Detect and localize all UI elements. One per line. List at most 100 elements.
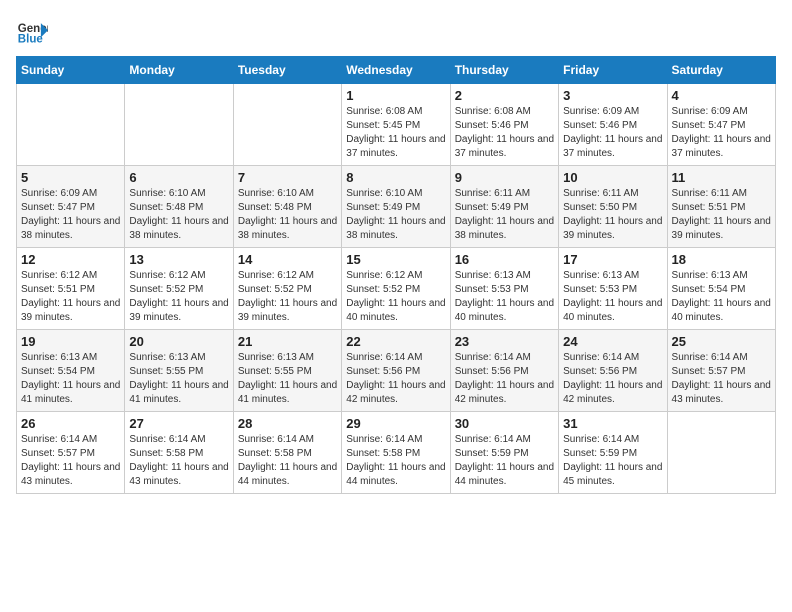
calendar-cell: 13 Sunrise: 6:12 AM Sunset: 5:52 PM Dayli… (125, 248, 233, 330)
calendar-cell: 24 Sunrise: 6:14 AM Sunset: 5:56 PM Dayli… (559, 330, 667, 412)
calendar-week-row: 12 Sunrise: 6:12 AM Sunset: 5:51 PM Dayli… (17, 248, 776, 330)
calendar-cell: 30 Sunrise: 6:14 AM Sunset: 5:59 PM Dayli… (450, 412, 558, 494)
calendar-cell: 9 Sunrise: 6:11 AM Sunset: 5:49 PM Daylig… (450, 166, 558, 248)
day-info: Sunrise: 6:13 AM Sunset: 5:53 PM Dayligh… (455, 269, 554, 325)
day-number: 19 (21, 334, 120, 349)
logo-icon: General Blue (16, 16, 48, 48)
day-number: 25 (672, 334, 771, 349)
calendar-cell: 6Sunrise: 6:10 AM Sunset: 5:48 PM Daylig… (125, 166, 233, 248)
calendar-cell: 25 Sunrise: 6:14 AM Sunset: 5:57 PM Dayli… (667, 330, 775, 412)
day-number: 31 (563, 416, 662, 431)
day-info: Sunrise: 6:12 AM Sunset: 5:52 PM Dayligh… (346, 269, 445, 325)
day-number: 20 (129, 334, 228, 349)
calendar-cell: 7 Sunrise: 6:10 AM Sunset: 5:48 PM Daylig… (233, 166, 341, 248)
logo: General Blue (16, 16, 48, 48)
calendar-week-row: 5Sunrise: 6:09 AM Sunset: 5:47 PM Daylig… (17, 166, 776, 248)
day-info: Sunrise: 6:08 AM Sunset: 5:45 PM Dayligh… (346, 105, 445, 161)
day-number: 7 (238, 170, 337, 185)
calendar-cell: 15 Sunrise: 6:12 AM Sunset: 5:52 PM Dayli… (342, 248, 450, 330)
day-number: 17 (563, 252, 662, 267)
day-info: Sunrise: 6:14 AM Sunset: 5:57 PM Dayligh… (21, 433, 120, 489)
day-info: Sunrise: 6:08 AM Sunset: 5:46 PM Dayligh… (455, 105, 554, 161)
calendar-cell: 14Sunrise: 6:12 AM Sunset: 5:52 PM Dayli… (233, 248, 341, 330)
calendar-header-row: SundayMondayTuesdayWednesdayThursdayFrid… (17, 57, 776, 84)
day-number: 27 (129, 416, 228, 431)
day-number: 5 (21, 170, 120, 185)
day-number: 15 (346, 252, 445, 267)
day-number: 3 (563, 88, 662, 103)
calendar-cell: 4 Sunrise: 6:09 AM Sunset: 5:47 PM Daylig… (667, 84, 775, 166)
day-number: 9 (455, 170, 554, 185)
day-header-friday: Friday (559, 57, 667, 84)
day-info: Sunrise: 6:09 AM Sunset: 5:46 PM Dayligh… (563, 105, 662, 161)
day-info: Sunrise: 6:14 AM Sunset: 5:58 PM Dayligh… (238, 433, 337, 489)
day-info: Sunrise: 6:12 AM Sunset: 5:52 PM Dayligh… (129, 269, 228, 325)
day-info: Sunrise: 6:13 AM Sunset: 5:54 PM Dayligh… (672, 269, 771, 325)
day-number: 1 (346, 88, 445, 103)
calendar-cell (667, 412, 775, 494)
day-number: 24 (563, 334, 662, 349)
day-number: 11 (672, 170, 771, 185)
day-info: Sunrise: 6:14 AM Sunset: 5:57 PM Dayligh… (672, 351, 771, 407)
svg-text:Blue: Blue (18, 34, 44, 46)
day-info: Sunrise: 6:14 AM Sunset: 5:56 PM Dayligh… (346, 351, 445, 407)
day-info: Sunrise: 6:12 AM Sunset: 5:51 PM Dayligh… (21, 269, 120, 325)
day-number: 16 (455, 252, 554, 267)
calendar-cell: 11 Sunrise: 6:11 AM Sunset: 5:51 PM Dayli… (667, 166, 775, 248)
calendar-cell: 2Sunrise: 6:08 AM Sunset: 5:46 PM Daylig… (450, 84, 558, 166)
calendar-cell: 26Sunrise: 6:14 AM Sunset: 5:57 PM Dayli… (17, 412, 125, 494)
calendar-cell: 8 Sunrise: 6:10 AM Sunset: 5:49 PM Daylig… (342, 166, 450, 248)
day-number: 29 (346, 416, 445, 431)
day-info: Sunrise: 6:11 AM Sunset: 5:49 PM Dayligh… (455, 187, 554, 243)
calendar-cell: 16 Sunrise: 6:13 AM Sunset: 5:53 PM Dayli… (450, 248, 558, 330)
day-info: Sunrise: 6:14 AM Sunset: 5:59 PM Dayligh… (563, 433, 662, 489)
calendar-table: SundayMondayTuesdayWednesdayThursdayFrid… (16, 56, 776, 494)
calendar-week-row: 1 Sunrise: 6:08 AM Sunset: 5:45 PM Daylig… (17, 84, 776, 166)
calendar-week-row: 19Sunrise: 6:13 AM Sunset: 5:54 PM Dayli… (17, 330, 776, 412)
day-number: 21 (238, 334, 337, 349)
day-number: 28 (238, 416, 337, 431)
calendar-cell: 31 Sunrise: 6:14 AM Sunset: 5:59 PM Dayli… (559, 412, 667, 494)
day-info: Sunrise: 6:13 AM Sunset: 5:55 PM Dayligh… (129, 351, 228, 407)
day-number: 18 (672, 252, 771, 267)
day-header-monday: Monday (125, 57, 233, 84)
calendar-cell (125, 84, 233, 166)
day-info: Sunrise: 6:14 AM Sunset: 5:56 PM Dayligh… (563, 351, 662, 407)
calendar-cell (17, 84, 125, 166)
day-info: Sunrise: 6:14 AM Sunset: 5:59 PM Dayligh… (455, 433, 554, 489)
day-info: Sunrise: 6:10 AM Sunset: 5:48 PM Dayligh… (238, 187, 337, 243)
calendar-cell: 17 Sunrise: 6:13 AM Sunset: 5:53 PM Dayli… (559, 248, 667, 330)
day-header-thursday: Thursday (450, 57, 558, 84)
calendar-cell: 27 Sunrise: 6:14 AM Sunset: 5:58 PM Dayli… (125, 412, 233, 494)
day-number: 30 (455, 416, 554, 431)
day-info: Sunrise: 6:10 AM Sunset: 5:49 PM Dayligh… (346, 187, 445, 243)
day-info: Sunrise: 6:11 AM Sunset: 5:50 PM Dayligh… (563, 187, 662, 243)
calendar-cell: 5Sunrise: 6:09 AM Sunset: 5:47 PM Daylig… (17, 166, 125, 248)
day-header-tuesday: Tuesday (233, 57, 341, 84)
calendar-cell: 3 Sunrise: 6:09 AM Sunset: 5:46 PM Daylig… (559, 84, 667, 166)
day-info: Sunrise: 6:11 AM Sunset: 5:51 PM Dayligh… (672, 187, 771, 243)
day-number: 14 (238, 252, 337, 267)
day-number: 12 (21, 252, 120, 267)
calendar-cell: 1 Sunrise: 6:08 AM Sunset: 5:45 PM Daylig… (342, 84, 450, 166)
day-info: Sunrise: 6:09 AM Sunset: 5:47 PM Dayligh… (672, 105, 771, 161)
day-info: Sunrise: 6:14 AM Sunset: 5:58 PM Dayligh… (129, 433, 228, 489)
calendar-cell: 23 Sunrise: 6:14 AM Sunset: 5:56 PM Dayli… (450, 330, 558, 412)
day-number: 4 (672, 88, 771, 103)
calendar-cell: 22 Sunrise: 6:14 AM Sunset: 5:56 PM Dayli… (342, 330, 450, 412)
page-header: General Blue (16, 16, 776, 48)
day-header-sunday: Sunday (17, 57, 125, 84)
day-info: Sunrise: 6:13 AM Sunset: 5:53 PM Dayligh… (563, 269, 662, 325)
calendar-cell: 12 Sunrise: 6:12 AM Sunset: 5:51 PM Dayli… (17, 248, 125, 330)
day-number: 13 (129, 252, 228, 267)
day-number: 23 (455, 334, 554, 349)
calendar-cell: 19Sunrise: 6:13 AM Sunset: 5:54 PM Dayli… (17, 330, 125, 412)
day-number: 10 (563, 170, 662, 185)
day-info: Sunrise: 6:13 AM Sunset: 5:55 PM Dayligh… (238, 351, 337, 407)
day-number: 22 (346, 334, 445, 349)
calendar-week-row: 26Sunrise: 6:14 AM Sunset: 5:57 PM Dayli… (17, 412, 776, 494)
calendar-cell: 10 Sunrise: 6:11 AM Sunset: 5:50 PM Dayli… (559, 166, 667, 248)
day-number: 8 (346, 170, 445, 185)
day-info: Sunrise: 6:14 AM Sunset: 5:58 PM Dayligh… (346, 433, 445, 489)
day-info: Sunrise: 6:14 AM Sunset: 5:56 PM Dayligh… (455, 351, 554, 407)
